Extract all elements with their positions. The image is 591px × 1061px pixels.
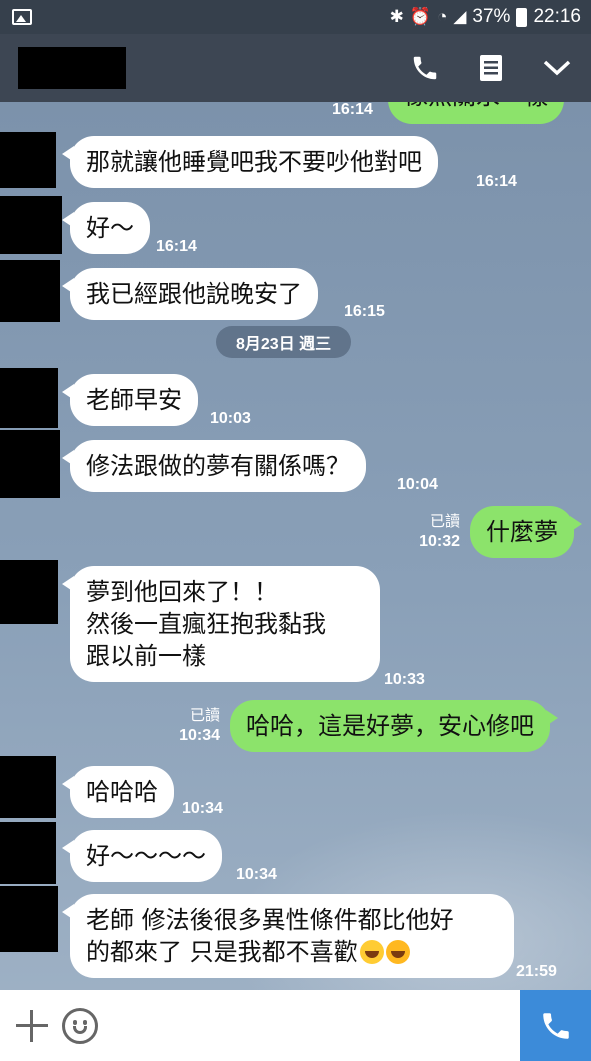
message-line: 老師 修法後很多異性條件都比他好 — [86, 906, 454, 934]
avatar[interactable] — [0, 822, 56, 884]
message-time: 10:34 — [179, 727, 220, 744]
phone-icon — [542, 1012, 569, 1039]
gallery-notification-icon — [12, 9, 32, 25]
message-time: 10:34 — [236, 866, 277, 883]
message-time: 16:15 — [344, 303, 385, 320]
message-time: 10:33 — [384, 671, 425, 688]
notes-icon[interactable] — [475, 52, 507, 84]
message-line: 跟以前一樣 — [86, 642, 206, 670]
message-line: 然後一直瘋狂抱我黏我 — [86, 610, 326, 638]
tears-of-joy-emoji — [359, 940, 384, 964]
call-button[interactable] — [520, 990, 591, 1061]
wifi-icon: ◔ — [437, 7, 448, 26]
message-bubble-incoming[interactable]: 哈哈哈 — [62, 766, 174, 818]
chat-area[interactable]: 像無關永一樣 16:14 那就讓他睡覺吧我不要吵他對吧 16:14 好～ 16:… — [0, 102, 591, 990]
message-time: 21:59 — [516, 963, 557, 980]
message-bubble-outgoing[interactable]: 什麼夢 — [470, 506, 582, 558]
rolling-laughing-emoji — [385, 940, 410, 964]
bluetooth-icon: ✱ — [389, 7, 404, 26]
message-bubble-incoming[interactable]: 好～ — [62, 202, 150, 254]
clock: 22:16 — [533, 6, 581, 27]
emoji-icon[interactable] — [62, 1007, 98, 1044]
avatar[interactable] — [0, 368, 58, 428]
avatar[interactable] — [0, 196, 62, 254]
message-bubble-incoming[interactable]: 夢到他回來了！！ 然後一直瘋狂抱我黏我 跟以前一樣 — [62, 566, 380, 682]
date-separator: 8月23日 週三 — [216, 326, 352, 358]
avatar[interactable] — [0, 756, 56, 818]
read-receipt: 已讀 — [429, 513, 460, 530]
message-time: 16:14 — [156, 238, 197, 255]
read-receipt: 已讀 — [189, 707, 220, 724]
message-bubble-incoming[interactable]: 那就讓他睡覺吧我不要吵他對吧 — [62, 136, 438, 188]
avatar[interactable] — [0, 560, 58, 624]
message-bubble-incoming[interactable]: 修法跟做的夢有關係嗎？ — [62, 440, 366, 492]
avatar[interactable] — [0, 260, 60, 322]
message-time: 10:04 — [397, 476, 438, 493]
battery-icon — [516, 7, 528, 27]
alarm-icon: ⏰ — [409, 7, 432, 26]
message-line-with-emoji: 的都來了 只是我都不喜歡 — [86, 936, 498, 968]
message-bubble-incoming[interactable]: 好～～～～ — [62, 830, 222, 882]
signal-icon: ◢ — [453, 7, 467, 26]
message-time: 10:32 — [419, 533, 460, 550]
battery-percent: 37% — [472, 6, 511, 27]
message-bubble-outgoing[interactable]: 像無關永一樣 — [388, 102, 564, 124]
status-bar: ✱ ⏰ ◔ ◢ 37% 22:16 — [0, 0, 591, 34]
chevron-down-icon[interactable] — [541, 52, 573, 84]
contact-name-redacted[interactable] — [18, 47, 126, 89]
message-time: 10:03 — [210, 410, 251, 427]
message-bubble-outgoing[interactable]: 哈哈，這是好夢，安心修吧 — [230, 700, 558, 752]
message-time: 16:14 — [332, 102, 373, 118]
message-time: 10:34 — [182, 800, 223, 817]
avatar[interactable] — [0, 132, 56, 188]
chat-header — [0, 34, 591, 102]
message-bubble-incoming[interactable]: 老師早安 — [62, 374, 198, 426]
message-time: 16:14 — [476, 173, 517, 190]
message-line: 的都來了 只是我都不喜歡 — [86, 938, 358, 966]
message-line: 夢到他回來了！！ — [86, 578, 278, 606]
input-bar — [0, 990, 591, 1061]
avatar[interactable] — [0, 430, 60, 498]
phone-icon[interactable] — [409, 52, 441, 84]
avatar[interactable] — [0, 886, 58, 952]
message-bubble-incoming[interactable]: 老師 修法後很多異性條件都比他好 的都來了 只是我都不喜歡 — [62, 894, 514, 978]
plus-icon[interactable] — [12, 1006, 52, 1046]
message-bubble-incoming[interactable]: 我已經跟他說晚安了 — [62, 268, 318, 320]
